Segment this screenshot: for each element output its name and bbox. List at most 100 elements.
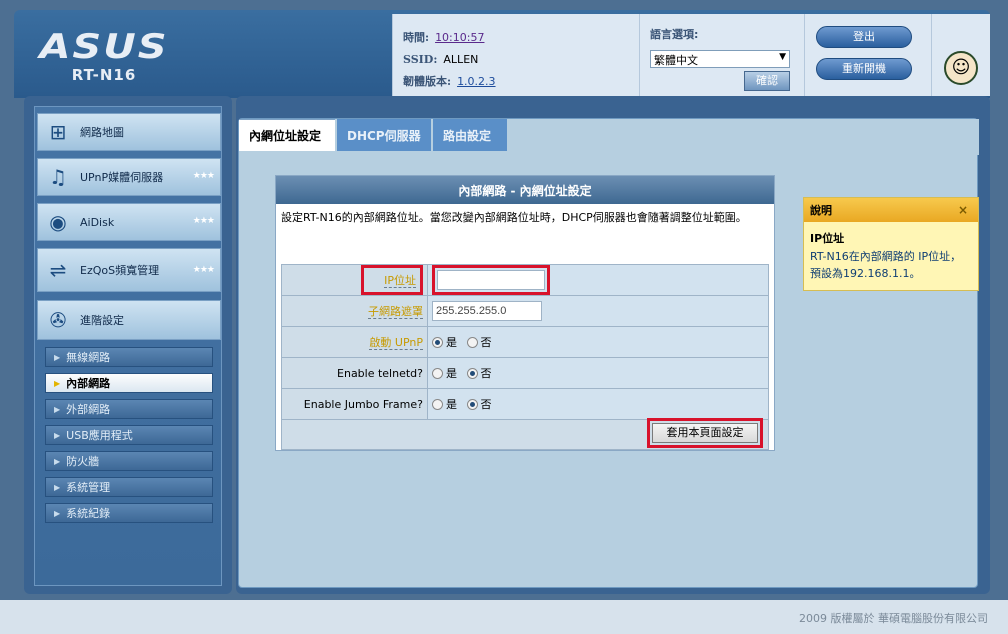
upnp-label-cell: 啟動 UPnP <box>281 326 428 358</box>
subnet-mask-input[interactable] <box>432 301 542 321</box>
sidebar-item-label: AiDisk <box>80 215 115 229</box>
ssid-label: SSID: <box>403 52 438 66</box>
sidebar-subitem-syslog[interactable]: ▶ 系統紀錄 <box>45 503 213 523</box>
sidebar-item-upnp-media[interactable]: ♫ UPnP媒體伺服器 ★★★ <box>37 158 221 196</box>
table-row: 啟動 UPnP 是 否 <box>281 326 769 358</box>
yes-label: 是 <box>446 367 457 380</box>
sidebar-item-label: EzQoS頻寬管理 <box>80 264 160 277</box>
firmware-version-link[interactable]: 1.0.2.3 <box>457 75 495 88</box>
jumbo-label-cell: Enable Jumbo Frame? <box>281 388 428 420</box>
time-label: 時間: <box>403 31 430 44</box>
stars-icon: ★★★ <box>192 171 215 181</box>
upnp-value-cell: 是 否 <box>427 326 769 358</box>
subitem-label: 系統紀錄 <box>66 507 111 520</box>
sidebar-item-advanced[interactable]: ✇ 進階設定 <box>37 300 221 340</box>
sidebar-menu: ⊞ 網路地圖 ♫ UPnP媒體伺服器 ★★★ ◉ AiDisk ★★★ ⇌ Ez… <box>34 106 222 586</box>
no-label: 否 <box>480 398 492 411</box>
copyright-text: 2009 版權屬於 華碩電腦股份有限公司 <box>799 612 988 625</box>
ip-address-input[interactable] <box>437 270 545 290</box>
ssid-value: ALLEN <box>443 52 479 66</box>
subnet-mask-label[interactable]: 子網路遮罩 <box>368 305 423 319</box>
subitem-label: 外部網路 <box>66 403 111 416</box>
form-description: 設定RT-N16的內部網路位址。當您改變內部網路位址時，DHCP伺服器也會隨著調… <box>281 211 747 224</box>
arrow-right-icon: ▶ <box>54 404 61 414</box>
telnet-label: Enable telnetd? <box>337 366 423 380</box>
telnet-yes-radio[interactable] <box>432 367 443 379</box>
sidebar-subitem-lan[interactable]: ▶ 內部網路 <box>45 373 213 393</box>
sidebar-subitem-admin[interactable]: ▶ 系統管理 <box>45 477 213 497</box>
firmware-row: 韌體版本: 1.0.2.3 <box>403 70 629 92</box>
upnp-no-radio[interactable] <box>466 336 478 348</box>
lan-ip-form: 內部網路 - 內網位址設定 設定RT-N16的內部網路位址。當您改變內部網路位址… <box>275 175 775 451</box>
language-selected-value: 繁體中文 <box>654 54 698 67</box>
ip-value-cell <box>427 264 769 296</box>
telnet-value-cell: 是 否 <box>427 357 769 389</box>
network-map-icon: ⊞ <box>49 120 67 144</box>
tab-strip: 內網位址設定 DHCP伺服器 路由設定 <box>239 119 979 155</box>
upnp-yes-radio[interactable] <box>432 336 443 348</box>
subitem-label: 防火牆 <box>66 455 100 468</box>
sidebar-item-label: 進階設定 <box>80 314 124 327</box>
dropdown-arrow-icon: ▼ <box>779 52 786 62</box>
sidebar-subitem-wireless[interactable]: ▶ 無線網路 <box>45 347 213 367</box>
subitem-label: USB應用程式 <box>66 429 133 442</box>
table-row: Enable Jumbo Frame? 是 否 <box>281 388 769 420</box>
tab-route[interactable]: 路由設定 <box>433 119 507 151</box>
table-row: 子網路遮罩 <box>281 295 769 327</box>
ssid-row: SSID: ALLEN <box>403 48 629 70</box>
language-select[interactable]: 繁體中文 ▼ <box>650 50 790 68</box>
sidebar-item-network-map[interactable]: ⊞ 網路地圖 <box>37 113 221 151</box>
sidebar: ⊞ 網路地圖 ♫ UPnP媒體伺服器 ★★★ ◉ AiDisk ★★★ ⇌ Ez… <box>24 96 232 594</box>
aidisk-icon: ◉ <box>49 210 67 234</box>
qos-icon: ⇌ <box>49 258 67 282</box>
model-name: RT-N16 <box>71 66 137 84</box>
ip-address-label[interactable]: IP位址 <box>384 274 416 288</box>
tab-dhcp-server[interactable]: DHCP伺服器 <box>337 119 431 151</box>
telnet-no-radio[interactable] <box>466 367 478 379</box>
help-header-label: 說明 <box>810 204 832 217</box>
apply-button-highlight: 套用本頁面設定 <box>647 418 763 448</box>
yes-label: 是 <box>446 398 457 411</box>
reboot-button[interactable]: 重新開機 <box>816 58 912 80</box>
sidebar-subitem-firewall[interactable]: ▶ 防火牆 <box>45 451 213 471</box>
jumbo-yes-radio[interactable] <box>432 398 443 410</box>
arrow-right-icon: ▶ <box>54 456 61 466</box>
logout-button[interactable]: 登出 <box>816 26 912 48</box>
footer: 2009 版權屬於 華碩電腦股份有限公司 <box>0 600 1008 634</box>
language-label: 語言選項: <box>650 28 699 41</box>
avatar-panel: ☺ <box>932 14 990 96</box>
arrow-right-icon: ▶ <box>54 482 61 492</box>
jumbo-frame-label: Enable Jumbo Frame? <box>303 397 423 411</box>
sidebar-item-aidisk[interactable]: ◉ AiDisk ★★★ <box>37 203 221 241</box>
table-row: IP位址 <box>281 264 769 296</box>
sidebar-item-label: UPnP媒體伺服器 <box>80 171 164 184</box>
arrow-right-icon: ▶ <box>54 430 61 440</box>
close-icon[interactable]: × <box>958 203 968 217</box>
subitem-label: 無線網路 <box>66 351 111 364</box>
help-panel: 說明 × IP位址 RT-N16在內部網路的 IP位址，預設為192.168.1… <box>803 197 979 291</box>
upnp-label[interactable]: 啟動 UPnP <box>369 336 423 350</box>
status-info-panel: 時間: 10:10:57 SSID: ALLEN 韌體版本: 1.0.2.3 <box>392 14 640 96</box>
asus-logo: ASUS <box>39 27 169 67</box>
subitem-label: 系統管理 <box>66 481 111 494</box>
help-title: IP位址 <box>810 232 845 245</box>
content-panel: 內網位址設定 DHCP伺服器 路由設定 內部網路 - 內網位址設定 設定RT-N… <box>238 118 979 588</box>
subitem-label: 內部網路 <box>66 377 111 390</box>
jumbo-no-radio[interactable] <box>466 398 478 410</box>
sidebar-subitem-usb[interactable]: ▶ USB應用程式 <box>45 425 213 445</box>
cartoon-face-icon: ☺ <box>944 51 978 85</box>
tab-lan-ip[interactable]: 內網位址設定 <box>239 119 335 151</box>
time-value-link[interactable]: 10:10:57 <box>435 31 484 44</box>
arrow-right-icon: ▶ <box>54 508 61 518</box>
apply-button[interactable]: 套用本頁面設定 <box>652 423 758 443</box>
sidebar-item-label: 網路地圖 <box>80 126 124 139</box>
language-confirm-button[interactable]: 確認 <box>744 71 790 91</box>
ip-input-highlight <box>432 265 550 295</box>
stars-icon: ★★★ <box>192 265 215 275</box>
sidebar-subitem-wan[interactable]: ▶ 外部網路 <box>45 399 213 419</box>
media-server-icon: ♫ <box>49 165 67 189</box>
sidebar-item-ezqos[interactable]: ⇌ EzQoS頻寬管理 ★★★ <box>37 248 221 292</box>
ip-label-cell: IP位址 <box>281 264 428 296</box>
no-label: 否 <box>480 336 492 349</box>
brand-logo: ASUS RT-N16 <box>14 10 194 98</box>
